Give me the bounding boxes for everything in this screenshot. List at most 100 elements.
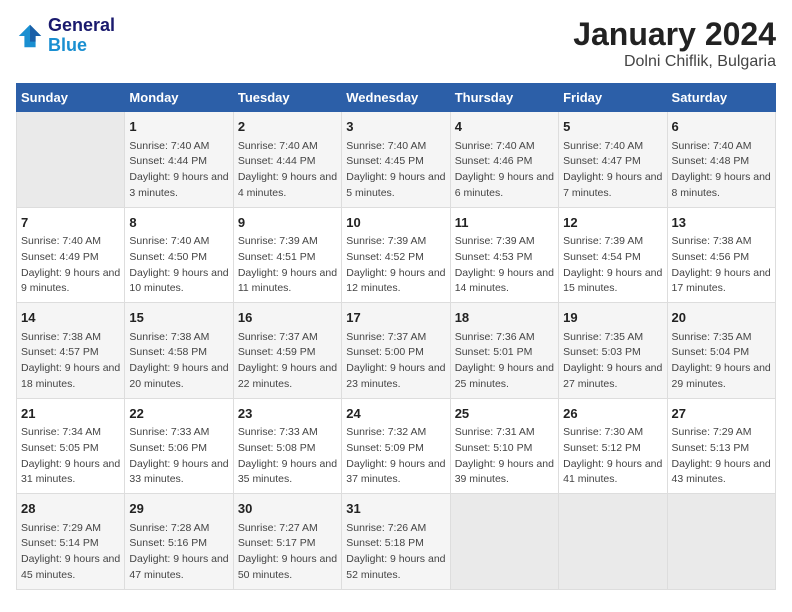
calendar-cell: 28Sunrise: 7:29 AMSunset: 5:14 PMDayligh… [17,494,125,590]
cell-content: Sunrise: 7:39 AMSunset: 4:52 PMDaylight:… [346,234,445,297]
calendar-cell: 26Sunrise: 7:30 AMSunset: 5:12 PMDayligh… [559,398,667,494]
calendar-week-3: 14Sunrise: 7:38 AMSunset: 4:57 PMDayligh… [17,303,776,399]
calendar-cell: 1Sunrise: 7:40 AMSunset: 4:44 PMDaylight… [125,112,233,208]
cell-content: Sunrise: 7:39 AMSunset: 4:51 PMDaylight:… [238,234,337,297]
cell-content: Sunrise: 7:39 AMSunset: 4:54 PMDaylight:… [563,234,662,297]
cell-content: Sunrise: 7:40 AMSunset: 4:44 PMDaylight:… [238,139,337,202]
calendar-cell: 9Sunrise: 7:39 AMSunset: 4:51 PMDaylight… [233,207,341,303]
day-header-thursday: Thursday [450,84,558,112]
cell-content: Sunrise: 7:40 AMSunset: 4:50 PMDaylight:… [129,234,228,297]
cell-content: Sunrise: 7:38 AMSunset: 4:58 PMDaylight:… [129,330,228,393]
day-number: 30 [238,499,337,519]
calendar-cell: 11Sunrise: 7:39 AMSunset: 4:53 PMDayligh… [450,207,558,303]
cell-content: Sunrise: 7:40 AMSunset: 4:46 PMDaylight:… [455,139,554,202]
calendar-header: SundayMondayTuesdayWednesdayThursdayFrid… [17,84,776,112]
day-number: 7 [21,213,120,233]
calendar-cell [17,112,125,208]
calendar-cell: 14Sunrise: 7:38 AMSunset: 4:57 PMDayligh… [17,303,125,399]
day-header-tuesday: Tuesday [233,84,341,112]
calendar-cell: 4Sunrise: 7:40 AMSunset: 4:46 PMDaylight… [450,112,558,208]
calendar-week-1: 1Sunrise: 7:40 AMSunset: 4:44 PMDaylight… [17,112,776,208]
day-number: 11 [455,213,554,233]
calendar-week-5: 28Sunrise: 7:29 AMSunset: 5:14 PMDayligh… [17,494,776,590]
calendar-table: SundayMondayTuesdayWednesdayThursdayFrid… [16,83,776,590]
calendar-body: 1Sunrise: 7:40 AMSunset: 4:44 PMDaylight… [17,112,776,590]
day-header-monday: Monday [125,84,233,112]
day-number: 28 [21,499,120,519]
cell-content: Sunrise: 7:29 AMSunset: 5:13 PMDaylight:… [672,425,771,488]
cell-content: Sunrise: 7:33 AMSunset: 5:06 PMDaylight:… [129,425,228,488]
day-header-wednesday: Wednesday [342,84,450,112]
day-header-sunday: Sunday [17,84,125,112]
title-area: January 2024 Dolni Chiflik, Bulgaria [573,16,776,71]
calendar-cell [559,494,667,590]
calendar-cell: 20Sunrise: 7:35 AMSunset: 5:04 PMDayligh… [667,303,775,399]
cell-content: Sunrise: 7:40 AMSunset: 4:49 PMDaylight:… [21,234,120,297]
day-number: 26 [563,404,662,424]
calendar-cell: 30Sunrise: 7:27 AMSunset: 5:17 PMDayligh… [233,494,341,590]
day-number: 1 [129,117,228,137]
calendar-cell: 23Sunrise: 7:33 AMSunset: 5:08 PMDayligh… [233,398,341,494]
cell-content: Sunrise: 7:35 AMSunset: 5:03 PMDaylight:… [563,330,662,393]
cell-content: Sunrise: 7:40 AMSunset: 4:48 PMDaylight:… [672,139,771,202]
cell-content: Sunrise: 7:31 AMSunset: 5:10 PMDaylight:… [455,425,554,488]
cell-content: Sunrise: 7:28 AMSunset: 5:16 PMDaylight:… [129,521,228,584]
cell-content: Sunrise: 7:29 AMSunset: 5:14 PMDaylight:… [21,521,120,584]
cell-content: Sunrise: 7:40 AMSunset: 4:45 PMDaylight:… [346,139,445,202]
calendar-cell: 17Sunrise: 7:37 AMSunset: 5:00 PMDayligh… [342,303,450,399]
day-number: 10 [346,213,445,233]
day-number: 19 [563,308,662,328]
cell-content: Sunrise: 7:40 AMSunset: 4:44 PMDaylight:… [129,139,228,202]
day-number: 2 [238,117,337,137]
calendar-cell: 22Sunrise: 7:33 AMSunset: 5:06 PMDayligh… [125,398,233,494]
cell-content: Sunrise: 7:37 AMSunset: 5:00 PMDaylight:… [346,330,445,393]
cell-content: Sunrise: 7:30 AMSunset: 5:12 PMDaylight:… [563,425,662,488]
day-number: 18 [455,308,554,328]
day-number: 31 [346,499,445,519]
calendar-cell: 7Sunrise: 7:40 AMSunset: 4:49 PMDaylight… [17,207,125,303]
cell-content: Sunrise: 7:26 AMSunset: 5:18 PMDaylight:… [346,521,445,584]
calendar-cell: 18Sunrise: 7:36 AMSunset: 5:01 PMDayligh… [450,303,558,399]
calendar-week-4: 21Sunrise: 7:34 AMSunset: 5:05 PMDayligh… [17,398,776,494]
calendar-cell [667,494,775,590]
calendar-cell: 15Sunrise: 7:38 AMSunset: 4:58 PMDayligh… [125,303,233,399]
day-number: 21 [21,404,120,424]
cell-content: Sunrise: 7:35 AMSunset: 5:04 PMDaylight:… [672,330,771,393]
day-header-friday: Friday [559,84,667,112]
calendar-cell [450,494,558,590]
day-number: 13 [672,213,771,233]
calendar-cell: 2Sunrise: 7:40 AMSunset: 4:44 PMDaylight… [233,112,341,208]
calendar-cell: 21Sunrise: 7:34 AMSunset: 5:05 PMDayligh… [17,398,125,494]
cell-content: Sunrise: 7:38 AMSunset: 4:57 PMDaylight:… [21,330,120,393]
cell-content: Sunrise: 7:40 AMSunset: 4:47 PMDaylight:… [563,139,662,202]
day-number: 6 [672,117,771,137]
calendar-week-2: 7Sunrise: 7:40 AMSunset: 4:49 PMDaylight… [17,207,776,303]
calendar-cell: 25Sunrise: 7:31 AMSunset: 5:10 PMDayligh… [450,398,558,494]
calendar-cell: 10Sunrise: 7:39 AMSunset: 4:52 PMDayligh… [342,207,450,303]
day-number: 14 [21,308,120,328]
cell-content: Sunrise: 7:39 AMSunset: 4:53 PMDaylight:… [455,234,554,297]
month-title: January 2024 [573,16,776,53]
cell-content: Sunrise: 7:27 AMSunset: 5:17 PMDaylight:… [238,521,337,584]
calendar-cell: 27Sunrise: 7:29 AMSunset: 5:13 PMDayligh… [667,398,775,494]
cell-content: Sunrise: 7:32 AMSunset: 5:09 PMDaylight:… [346,425,445,488]
calendar-cell: 12Sunrise: 7:39 AMSunset: 4:54 PMDayligh… [559,207,667,303]
day-number: 20 [672,308,771,328]
day-number: 17 [346,308,445,328]
calendar-cell: 24Sunrise: 7:32 AMSunset: 5:09 PMDayligh… [342,398,450,494]
calendar-cell: 19Sunrise: 7:35 AMSunset: 5:03 PMDayligh… [559,303,667,399]
day-number: 16 [238,308,337,328]
day-header-saturday: Saturday [667,84,775,112]
cell-content: Sunrise: 7:37 AMSunset: 4:59 PMDaylight:… [238,330,337,393]
day-number: 24 [346,404,445,424]
calendar-cell: 6Sunrise: 7:40 AMSunset: 4:48 PMDaylight… [667,112,775,208]
day-number: 12 [563,213,662,233]
day-number: 23 [238,404,337,424]
logo-icon [16,22,44,50]
calendar-cell: 29Sunrise: 7:28 AMSunset: 5:16 PMDayligh… [125,494,233,590]
day-number: 27 [672,404,771,424]
day-number: 22 [129,404,228,424]
calendar-cell: 8Sunrise: 7:40 AMSunset: 4:50 PMDaylight… [125,207,233,303]
day-number: 3 [346,117,445,137]
calendar-cell: 31Sunrise: 7:26 AMSunset: 5:18 PMDayligh… [342,494,450,590]
